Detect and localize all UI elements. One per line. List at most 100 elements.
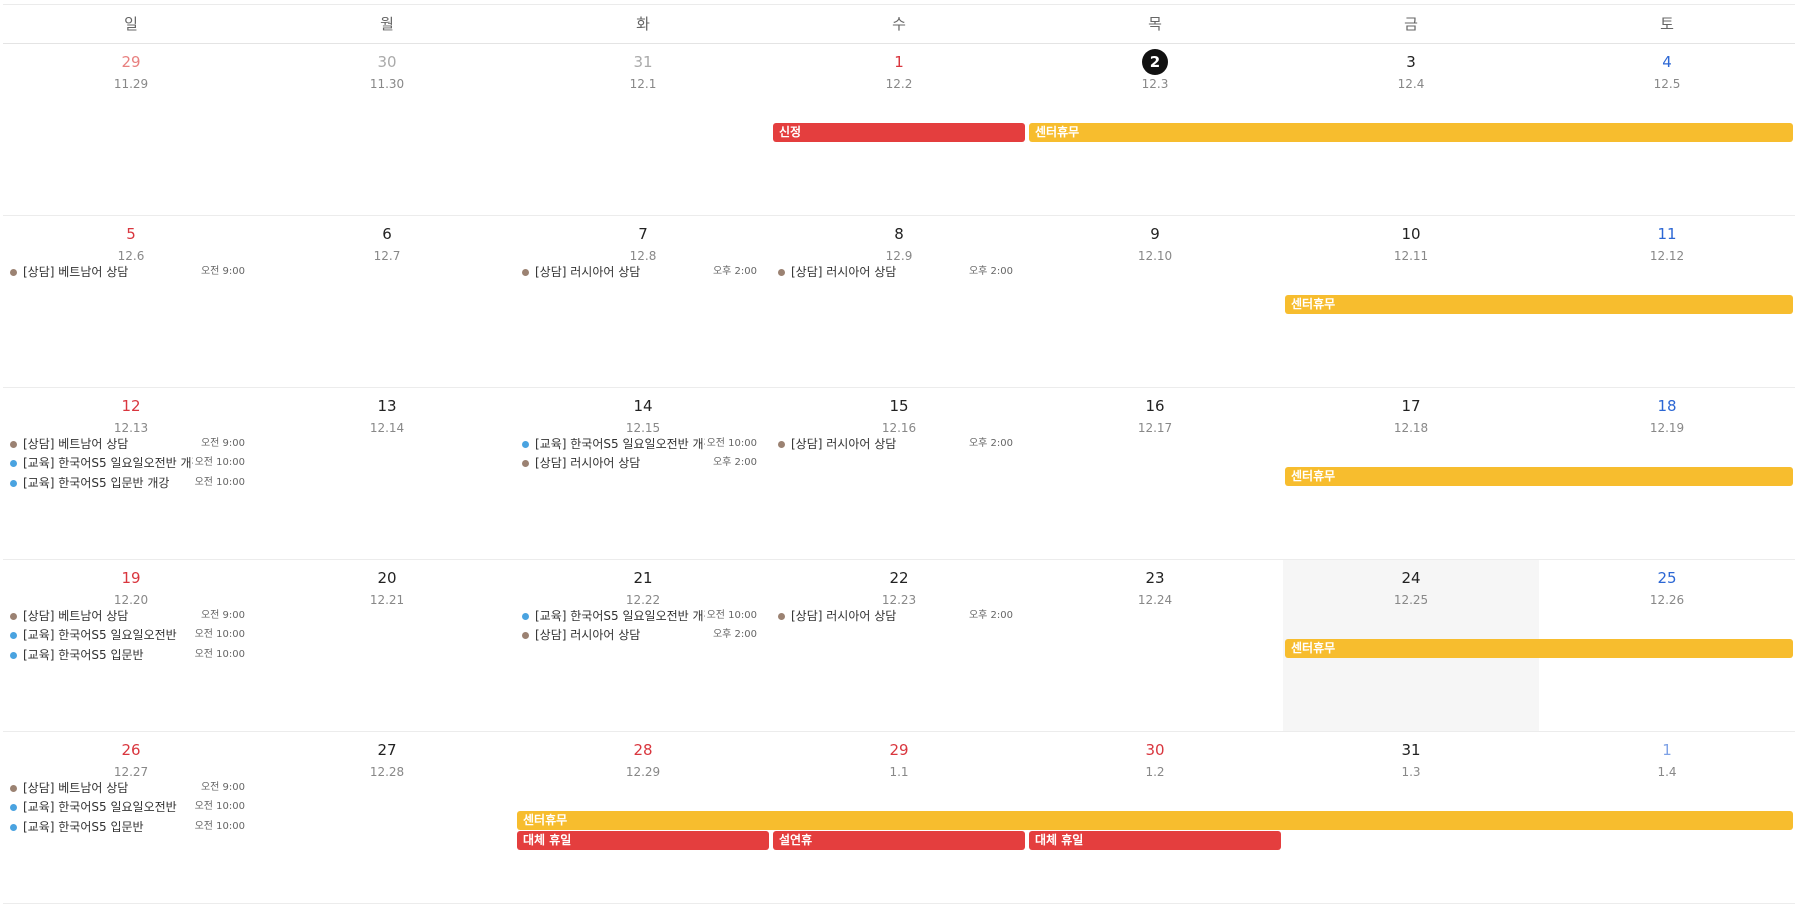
timed-event[interactable]: [상담] 러시아어 상담 오후 2:00 bbox=[771, 262, 1027, 282]
timed-event[interactable]: [상담] 베트남어 상담 오전 9:00 bbox=[3, 434, 259, 454]
all-day-event-bar[interactable]: 센터휴무 bbox=[1029, 123, 1793, 142]
day-number: 30 bbox=[1145, 741, 1165, 759]
day-cell[interactable]: 7 12.8 bbox=[515, 216, 771, 387]
day-cell[interactable]: 21 12.22 bbox=[515, 560, 771, 731]
day-cell[interactable]: 23 12.24 bbox=[1027, 560, 1283, 731]
day-number: 4 bbox=[1662, 53, 1672, 71]
day-cell[interactable]: 6 12.7 bbox=[259, 216, 515, 387]
day-cell[interactable]: 8 12.9 bbox=[771, 216, 1027, 387]
timed-event[interactable]: [상담] 러시아어 상담 오후 2:00 bbox=[515, 453, 771, 473]
timed-event[interactable]: [상담] 러시아어 상담 오후 2:00 bbox=[771, 434, 1027, 454]
event-time: 오전 9:00 bbox=[200, 438, 245, 449]
timed-event[interactable]: [교육] 한국어S5 일요일오전반 개강 오전 10:00 bbox=[515, 434, 771, 454]
calendar-month-view: 일 월 화 수 목 금 토 29 11.29 30 11.30 31 12.1 1 12.2 2… bbox=[3, 4, 1795, 904]
event-title: [상담] 베트남어 상담 bbox=[23, 781, 129, 795]
timed-event[interactable]: [상담] 베트남어 상담 오전 9:00 bbox=[3, 778, 259, 798]
lunar-date: 12.17 bbox=[1137, 421, 1173, 435]
lunar-date: 12.8 bbox=[629, 249, 657, 263]
day-number: 11 bbox=[1657, 225, 1677, 243]
day-number: 16 bbox=[1145, 397, 1165, 415]
day-cell[interactable]: 22 12.23 bbox=[771, 560, 1027, 731]
event-category-dot-icon bbox=[10, 613, 17, 620]
day-cell[interactable]: 16 12.17 bbox=[1027, 388, 1283, 559]
lunar-date: 12.6 bbox=[117, 249, 145, 263]
timed-event[interactable]: [상담] 베트남어 상담 오전 9:00 bbox=[3, 262, 259, 282]
timed-event[interactable]: [교육] 한국어S5 일요일오전반 오전 10:00 bbox=[3, 797, 259, 817]
weekday-header: 일 월 화 수 목 금 토 bbox=[3, 4, 1795, 44]
all-day-event-bar[interactable]: 센터휴무 bbox=[1285, 295, 1793, 314]
event-category-dot-icon bbox=[10, 785, 17, 792]
weekday-mon: 월 bbox=[380, 15, 394, 33]
weekday-fri: 금 bbox=[1404, 15, 1418, 33]
timed-event[interactable]: [교육] 한국어S5 일요일오전반 오전 10:00 bbox=[3, 625, 259, 645]
event-time: 오전 9:00 bbox=[200, 782, 245, 793]
timed-event[interactable]: [교육] 한국어S5 일요일오전반 개강 오전 10:00 bbox=[3, 453, 259, 473]
timed-event[interactable]: [상담] 러시아어 상담 오후 2:00 bbox=[771, 606, 1027, 626]
lunar-date: 11.30 bbox=[369, 77, 405, 91]
lunar-date: 12.3 bbox=[1141, 77, 1169, 91]
lunar-date: 1.4 bbox=[1657, 765, 1677, 779]
lunar-date: 12.18 bbox=[1393, 421, 1429, 435]
all-day-event-bar[interactable]: 대체 휴일 bbox=[517, 831, 769, 850]
day-cell[interactable]: 30 11.30 bbox=[259, 44, 515, 215]
event-time: 오후 2:00 bbox=[968, 438, 1013, 449]
event-category-dot-icon bbox=[10, 632, 17, 640]
day-cell[interactable]: 5 12.6 bbox=[3, 216, 259, 387]
day-cell[interactable]: 27 12.28 bbox=[259, 732, 515, 903]
day-cell[interactable]: 29 11.29 bbox=[3, 44, 259, 215]
timed-event[interactable]: [교육] 한국어S5 일요일오전반 개강 오전 10:00 bbox=[515, 606, 771, 626]
day-number: 13 bbox=[377, 397, 397, 415]
day-number: 18 bbox=[1657, 397, 1677, 415]
day-number: 9 bbox=[1150, 225, 1160, 243]
lunar-date: 12.28 bbox=[369, 765, 405, 779]
day-number: 5 bbox=[126, 225, 136, 243]
event-time: 오전 10:00 bbox=[194, 820, 245, 832]
day-number: 28 bbox=[633, 741, 653, 759]
day-number: 31 bbox=[633, 53, 653, 71]
event-category-dot-icon bbox=[10, 804, 17, 812]
day-cell[interactable]: 20 12.21 bbox=[259, 560, 515, 731]
weekday-tue: 화 bbox=[636, 15, 650, 33]
all-day-event-bar[interactable]: 센터휴무 bbox=[1285, 639, 1793, 658]
timed-event[interactable]: [상담] 베트남어 상담 오전 9:00 bbox=[3, 606, 259, 626]
lunar-date: 12.26 bbox=[1649, 593, 1685, 607]
event-time: 오전 10:00 bbox=[194, 629, 245, 641]
event-category-dot-icon bbox=[10, 460, 17, 468]
lunar-date: 12.21 bbox=[369, 593, 405, 607]
day-cell[interactable]: 13 12.14 bbox=[259, 388, 515, 559]
event-time: 오후 2:00 bbox=[712, 266, 757, 277]
day-cell[interactable]: 15 12.16 bbox=[771, 388, 1027, 559]
day-cell[interactable]: 9 12.10 bbox=[1027, 216, 1283, 387]
event-category-dot-icon bbox=[522, 613, 529, 620]
day-cell[interactable]: 14 12.15 bbox=[515, 388, 771, 559]
all-day-event-bar[interactable]: 대체 휴일 bbox=[1029, 831, 1281, 850]
event-time: 오전 9:00 bbox=[200, 266, 245, 277]
day-number: 12 bbox=[121, 397, 141, 415]
event-category-dot-icon bbox=[778, 269, 785, 276]
timed-event[interactable]: [상담] 러시아어 상담 오후 2:00 bbox=[515, 625, 771, 645]
all-day-event-bar[interactable]: 센터휴무 bbox=[1285, 467, 1793, 486]
timed-event[interactable]: [교육] 한국어S5 입문반 오전 10:00 bbox=[3, 645, 259, 665]
event-title: [교육] 한국어S5 입문반 개강 bbox=[23, 475, 170, 490]
lunar-date: 12.5 bbox=[1653, 77, 1681, 91]
all-day-event-bar[interactable]: 설연휴 bbox=[773, 831, 1025, 850]
event-time: 오후 2:00 bbox=[968, 266, 1013, 277]
timed-event[interactable]: [상담] 러시아어 상담 오후 2:00 bbox=[515, 262, 771, 282]
day-number: 26 bbox=[121, 741, 141, 759]
event-title: [상담] 베트남어 상담 bbox=[23, 609, 129, 623]
day-number: 27 bbox=[377, 741, 397, 759]
event-time: 오전 10:00 bbox=[194, 801, 245, 813]
day-number: 10 bbox=[1401, 225, 1421, 243]
day-number: 30 bbox=[377, 53, 397, 71]
day-cell[interactable]: 31 12.1 bbox=[515, 44, 771, 215]
event-title: [교육] 한국어S5 일요일오전반 bbox=[23, 628, 177, 643]
event-category-dot-icon bbox=[10, 269, 17, 276]
all-day-event-bar[interactable]: 센터휴무 bbox=[517, 811, 1793, 830]
day-number: 17 bbox=[1401, 397, 1421, 415]
day-number: 31 bbox=[1401, 741, 1421, 759]
day-number: 6 bbox=[382, 225, 392, 243]
event-time: 오전 10:00 bbox=[194, 457, 245, 469]
all-day-event-bar[interactable]: 신정 bbox=[773, 123, 1025, 142]
timed-event[interactable]: [교육] 한국어S5 입문반 오전 10:00 bbox=[3, 817, 259, 837]
timed-event[interactable]: [교육] 한국어S5 입문반 개강 오전 10:00 bbox=[3, 473, 259, 493]
